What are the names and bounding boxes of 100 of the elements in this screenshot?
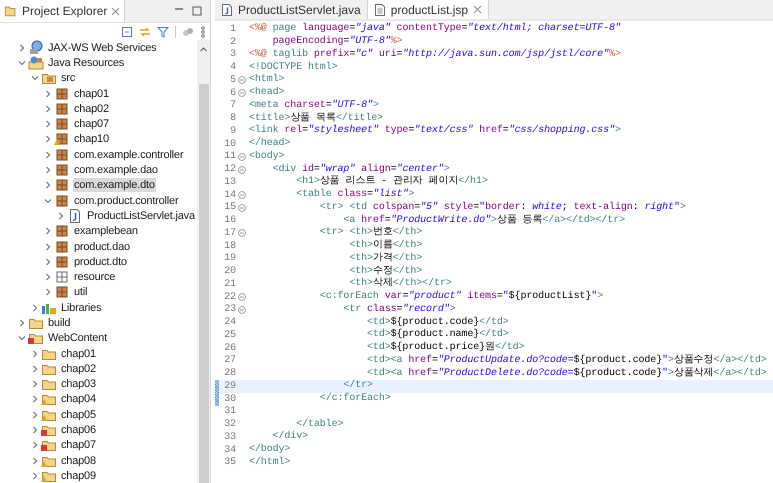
fold-minus-icon[interactable] xyxy=(238,76,246,84)
tree-item[interactable]: chap01 xyxy=(73,86,110,101)
chevron-right-icon[interactable] xyxy=(31,441,39,450)
tree-item[interactable]: ProductListServlet.java xyxy=(86,208,196,223)
close-icon[interactable] xyxy=(473,5,482,14)
filter-icon[interactable] xyxy=(157,26,169,38)
chevron-right-icon[interactable] xyxy=(44,288,52,296)
tree-item[interactable]: build xyxy=(47,316,72,330)
chevron-right-icon[interactable] xyxy=(18,318,26,327)
scrollbar-thumb[interactable] xyxy=(198,84,208,483)
tree-item[interactable]: chap02 xyxy=(60,362,97,376)
line-number: 11 xyxy=(223,150,236,164)
code-line: </table> xyxy=(295,418,344,430)
code-line: pageEncoding="UTF-8"%> xyxy=(272,36,402,48)
tree-item[interactable]: Java Resources xyxy=(47,56,126,70)
chevron-right-icon[interactable] xyxy=(44,135,52,144)
code-line: <html> xyxy=(248,74,284,86)
tree-item[interactable]: chap06 xyxy=(60,423,97,438)
chevron-right-icon[interactable] xyxy=(44,120,52,128)
fold-minus-icon[interactable] xyxy=(238,306,246,314)
fold-minus-icon[interactable] xyxy=(238,166,246,174)
chevron-down-icon[interactable] xyxy=(18,58,26,67)
line-number: 16 xyxy=(223,214,236,228)
chevron-right-icon[interactable] xyxy=(31,410,39,419)
view-menu-icon[interactable] xyxy=(200,26,206,38)
chevron-right-icon[interactable] xyxy=(44,150,52,159)
tree-item[interactable]: chap03 xyxy=(60,377,97,392)
line-number: 6 xyxy=(229,86,236,100)
fold-minus-icon[interactable] xyxy=(238,293,246,302)
chevron-right-icon[interactable] xyxy=(44,227,52,236)
code-line: <head> xyxy=(248,87,284,100)
line-number: 13 xyxy=(223,176,236,190)
chevron-right-icon[interactable] xyxy=(31,456,39,465)
tree-item[interactable]: examplebean xyxy=(73,224,139,238)
tree-item[interactable]: chap08 xyxy=(60,454,97,468)
code-line: <div id="wrap" align="center"> xyxy=(272,164,450,176)
code-line: <meta charset="UTF-8"> xyxy=(248,100,379,112)
tree-item[interactable]: src xyxy=(60,71,76,86)
tree-item[interactable]: product.dto xyxy=(73,254,128,269)
chevron-down-icon[interactable] xyxy=(44,196,52,205)
fold-minus-icon[interactable] xyxy=(238,204,246,212)
tree-item[interactable]: Libraries xyxy=(60,300,102,315)
line-number: 10 xyxy=(223,138,236,151)
editor-tab[interactable]: productList.jsp xyxy=(368,0,490,19)
code-line: <table class="list"> xyxy=(295,189,414,202)
tree-item[interactable]: util xyxy=(73,285,88,300)
close-icon[interactable] xyxy=(111,6,120,16)
chevron-right-icon[interactable] xyxy=(31,350,39,358)
chevron-right-icon[interactable] xyxy=(44,104,52,113)
tree-item[interactable]: chap01 xyxy=(60,346,97,361)
chevron-right-icon[interactable] xyxy=(44,258,52,266)
chevron-right-icon[interactable] xyxy=(44,166,52,174)
scroll-up-icon[interactable] xyxy=(199,45,208,54)
fold-minus-icon[interactable] xyxy=(238,89,246,98)
code-line: <body> xyxy=(248,150,284,163)
fold-minus-icon[interactable] xyxy=(238,229,246,238)
tree-item[interactable]: chap05 xyxy=(60,408,97,422)
code-line: </c:forEach> xyxy=(318,393,391,406)
maximize-icon[interactable] xyxy=(192,6,202,16)
tree-item[interactable]: com.example.dao xyxy=(73,163,159,178)
chevron-right-icon[interactable] xyxy=(31,364,39,373)
tree-item[interactable]: WebContent xyxy=(47,331,108,346)
code-line: <link rel="stylesheet" type="text/css" href="css/shopping.css"> xyxy=(248,125,621,138)
code-line: <tr> <td colspan="5" style="border: white; text-align: right"> xyxy=(318,202,686,214)
code-line: <th>삭제</th></tr> xyxy=(348,278,452,290)
code-line: <%@ page language="java" contentType="text/html; charset=UTF-8" xyxy=(248,23,621,36)
tree-item[interactable]: com.product.controller xyxy=(73,194,180,208)
chevron-down-icon[interactable] xyxy=(31,74,39,82)
tree-item[interactable]: com.example.dto xyxy=(73,178,156,192)
code-line: <h1>상품 리스트 - 관리자 페이지</h1> xyxy=(295,176,488,188)
line-number: 8 xyxy=(229,112,236,126)
view-tab[interactable]: Project Explorer xyxy=(0,0,126,22)
tree-item[interactable]: chap09 xyxy=(60,468,97,483)
tree-item[interactable]: chap04 xyxy=(60,392,97,406)
chevron-right-icon[interactable] xyxy=(31,395,39,404)
chevron-down-icon[interactable] xyxy=(18,334,26,342)
chevron-right-icon[interactable] xyxy=(31,380,39,388)
line-number: 19 xyxy=(223,252,236,266)
chevron-right-icon[interactable] xyxy=(31,426,39,434)
tree-item[interactable]: chap02 xyxy=(73,102,110,116)
scrollbar[interactable] xyxy=(197,40,210,483)
tree-item[interactable]: product.dao xyxy=(73,240,131,254)
chevron-right-icon[interactable] xyxy=(44,273,52,282)
chevron-right-icon[interactable] xyxy=(44,242,52,250)
chevron-right-icon[interactable] xyxy=(44,181,52,190)
fold-minus-icon[interactable] xyxy=(238,191,246,200)
tree-item[interactable]: resource xyxy=(73,270,116,284)
tree-item[interactable]: com.example.controller xyxy=(73,148,184,162)
chevron-right-icon[interactable] xyxy=(44,90,52,98)
tree-item[interactable]: chap07 xyxy=(73,117,110,132)
chevron-right-icon[interactable] xyxy=(57,212,65,220)
chevron-right-icon[interactable] xyxy=(31,472,39,480)
line-number: 9 xyxy=(229,124,236,139)
collapse-all-icon[interactable] xyxy=(121,26,133,38)
tree-item[interactable]: JAX-WS Web Services xyxy=(47,40,158,55)
tree-item[interactable]: chap07 xyxy=(60,438,97,452)
chevron-right-icon[interactable] xyxy=(18,44,26,52)
tree-item[interactable]: chap10 xyxy=(73,132,110,146)
chevron-right-icon[interactable] xyxy=(31,304,39,312)
fold-minus-icon[interactable] xyxy=(238,152,246,161)
